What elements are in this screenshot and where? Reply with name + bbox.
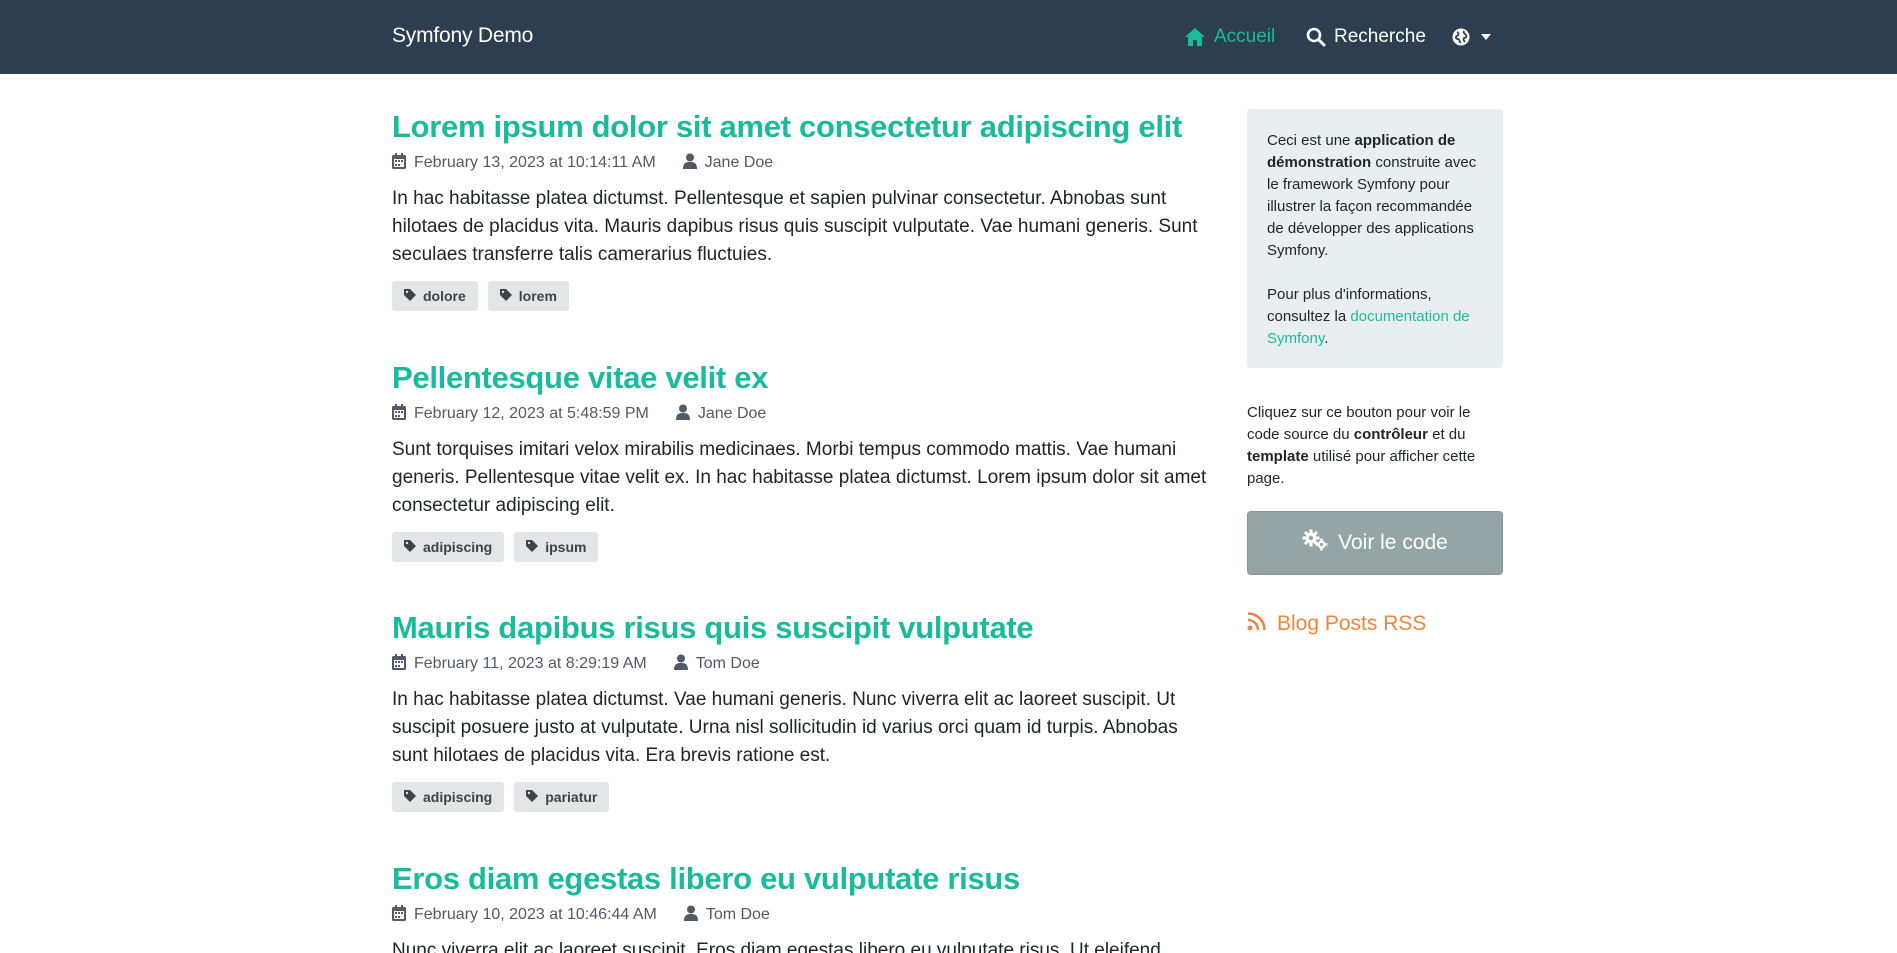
post-author: Jane Doe — [682, 153, 774, 174]
show-code-button[interactable]: Voir le code — [1247, 511, 1503, 575]
post-summary: Sunt torquises imitari velox mirabilis m… — [392, 439, 1207, 516]
post-metadata: February 10, 2023 at 10:46:44 AM Tom Doe — [392, 904, 1217, 926]
post-author-text: Jane Doe — [704, 154, 774, 171]
navbar: Symfony Demo Accueil Recherche — [0, 0, 1897, 74]
brand-link[interactable]: Symfony Demo — [392, 24, 533, 48]
tag-label: adipiscing — [423, 539, 493, 555]
tag-icon — [526, 539, 539, 555]
user-icon — [682, 153, 697, 174]
post-date-text: February 11, 2023 at 8:29:19 AM — [414, 655, 647, 672]
calendar-icon — [392, 403, 406, 425]
post-date: February 10, 2023 at 10:46:44 AM — [392, 904, 657, 926]
show-code-label: Voir le code — [1338, 531, 1448, 554]
user-icon — [675, 404, 690, 425]
post-author: Jane Doe — [675, 404, 767, 425]
tag-icon — [526, 789, 539, 805]
about-text: Ceci est une — [1267, 132, 1355, 149]
post-metadata: February 13, 2023 at 10:14:11 AM Jane Do… — [392, 152, 1217, 174]
chevron-down-icon — [1481, 34, 1491, 40]
rss-label: Blog Posts RSS — [1277, 612, 1427, 635]
rss-link[interactable]: Blog Posts RSS — [1247, 611, 1503, 637]
tag-label: pariatur — [545, 789, 598, 805]
about-paragraph: Pour plus d'informations, consultez la d… — [1267, 284, 1483, 350]
post-author-text: Jane Doe — [697, 405, 767, 422]
post-summary: In hac habitasse platea dictumst. Vae hu… — [392, 689, 1178, 766]
nav-home-label: Accueil — [1214, 26, 1276, 47]
post-item: Mauris dapibus risus quis suscipit vulpu… — [392, 610, 1217, 812]
post-author: Tom Doe — [673, 654, 760, 675]
post-item: Pellentesque vitae velit ex February 12,… — [392, 360, 1217, 562]
calendar-icon — [392, 152, 406, 174]
about-paragraph: Ceci est une application de démonstratio… — [1267, 130, 1483, 262]
code-help-text: Cliquez sur ce bouton pour voir le code … — [1247, 402, 1503, 490]
tag-icon — [404, 288, 416, 304]
calendar-icon — [392, 904, 406, 926]
globe-icon — [1451, 27, 1471, 47]
tag-link[interactable]: ipsum — [514, 532, 599, 562]
post-summary: Nunc viverra elit ac laoreet suscipit. E… — [392, 940, 1161, 953]
code-help-bold: template — [1247, 448, 1309, 465]
rss-icon — [1247, 611, 1267, 637]
post-author-text: Tom Doe — [705, 906, 770, 923]
search-icon — [1306, 27, 1326, 47]
tag-label: lorem — [518, 288, 557, 304]
post-tags: dolore lorem — [392, 281, 1217, 311]
post-item: Lorem ipsum dolor sit amet consectetur a… — [392, 109, 1217, 311]
about-text: . — [1324, 330, 1329, 347]
tag-label: dolore — [423, 288, 466, 304]
post-date-text: February 12, 2023 at 5:48:59 PM — [414, 405, 649, 422]
tag-icon — [404, 539, 416, 555]
post-title-link[interactable]: Mauris dapibus risus quis suscipit vulpu… — [392, 610, 1217, 646]
home-icon — [1184, 27, 1206, 47]
post-summary: In hac habitasse platea dictumst. Pellen… — [392, 188, 1198, 265]
post-item: Eros diam egestas libero eu vulputate ri… — [392, 861, 1217, 953]
post-date-text: February 13, 2023 at 10:14:11 AM — [414, 154, 656, 171]
tag-link[interactable]: pariatur — [514, 782, 610, 812]
post-date: February 12, 2023 at 5:48:59 PM — [392, 403, 649, 425]
tag-link[interactable]: adipiscing — [392, 782, 505, 812]
language-dropdown[interactable] — [1451, 24, 1491, 50]
tag-label: ipsum — [545, 539, 587, 555]
cogs-icon — [1302, 529, 1328, 557]
nav-search-label: Recherche — [1334, 26, 1426, 47]
code-help-part: et du — [1427, 426, 1466, 443]
post-tags: adipiscing ipsum — [392, 532, 1217, 562]
tag-link[interactable]: lorem — [487, 281, 569, 311]
post-author: Tom Doe — [683, 905, 770, 926]
post-tags: adipiscing pariatur — [392, 782, 1217, 812]
calendar-icon — [392, 653, 406, 675]
post-date: February 13, 2023 at 10:14:11 AM — [392, 152, 656, 174]
post-date-text: February 10, 2023 at 10:46:44 AM — [414, 906, 657, 923]
post-title-link[interactable]: Eros diam egestas libero eu vulputate ri… — [392, 861, 1217, 897]
post-metadata: February 11, 2023 at 8:29:19 AM Tom Doe — [392, 653, 1217, 675]
nav-home-link[interactable]: Accueil — [1184, 24, 1275, 50]
tag-link[interactable]: dolore — [392, 281, 478, 311]
about-box: Ceci est une application de démonstratio… — [1247, 109, 1503, 368]
tag-link[interactable]: adipiscing — [392, 532, 505, 562]
sidebar: Ceci est une application de démonstratio… — [1247, 109, 1503, 637]
user-icon — [683, 905, 698, 926]
tag-icon — [499, 288, 512, 304]
tag-label: adipiscing — [423, 789, 493, 805]
code-help-bold: contrôleur — [1353, 426, 1428, 443]
user-icon — [673, 654, 688, 675]
tag-icon — [404, 789, 416, 805]
post-title-link[interactable]: Pellentesque vitae velit ex — [392, 360, 1217, 396]
post-title-link[interactable]: Lorem ipsum dolor sit amet consectetur a… — [392, 109, 1217, 145]
post-author-text: Tom Doe — [695, 655, 760, 672]
post-date: February 11, 2023 at 8:29:19 AM — [392, 653, 647, 675]
nav-search-link[interactable]: Recherche — [1306, 24, 1426, 50]
post-metadata: February 12, 2023 at 5:48:59 PM Jane Doe — [392, 403, 1217, 425]
